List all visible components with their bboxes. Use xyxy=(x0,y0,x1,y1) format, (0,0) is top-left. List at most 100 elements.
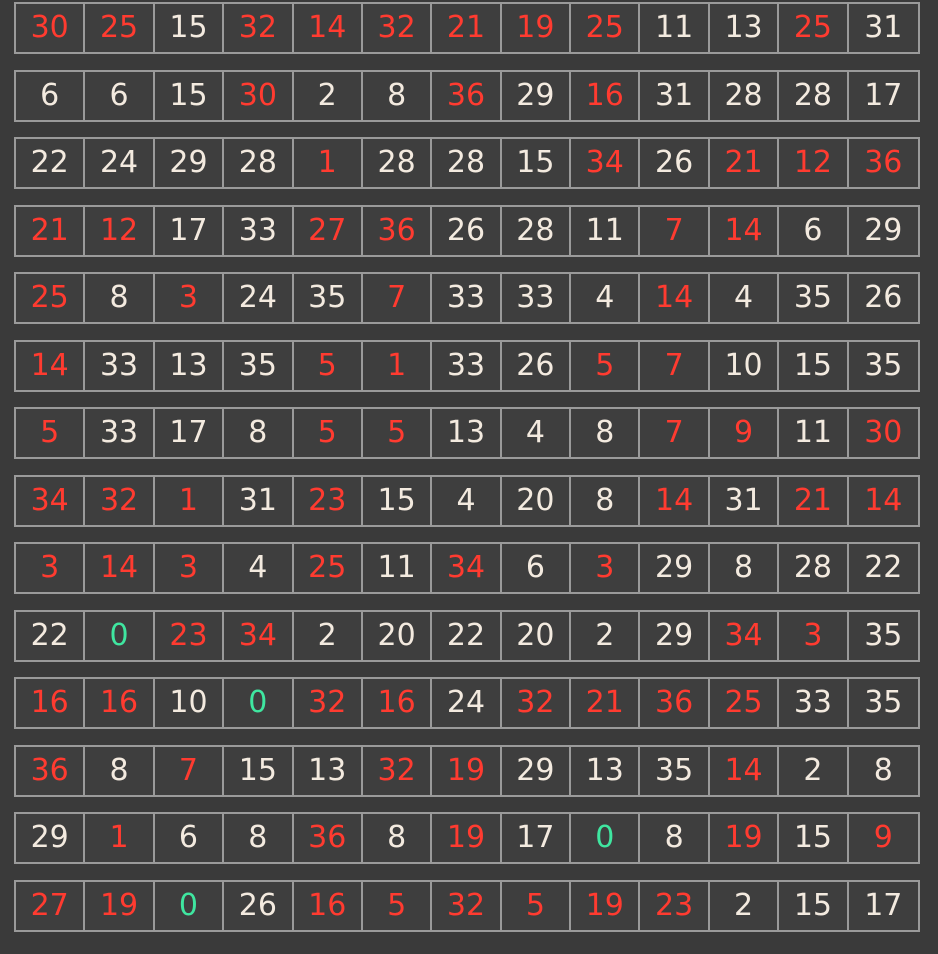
number-cell: 3 xyxy=(154,274,225,322)
number-cell: 13 xyxy=(571,746,641,795)
number-cell: 34 xyxy=(571,139,641,187)
number-cell: 21 xyxy=(779,476,849,525)
number-row: 29 1 6 8 36 8 19 17 0 8 19 15 9 xyxy=(14,812,920,864)
number-cell: 16 xyxy=(571,71,641,120)
number-cell: 36 xyxy=(293,814,363,862)
number-cell: 30 xyxy=(16,4,86,52)
number-cell: 30 xyxy=(848,409,918,457)
number-cell: 11 xyxy=(571,206,641,255)
number-cell: 28 xyxy=(224,139,294,187)
number-cell: 15 xyxy=(779,814,849,862)
number-cell: 8 xyxy=(362,814,433,862)
number-cell: 4 xyxy=(709,274,780,322)
number-cell: 1 xyxy=(85,814,155,862)
number-cell: 28 xyxy=(501,206,572,255)
number-cell: 2 xyxy=(779,746,849,795)
number-cell: 0 xyxy=(85,611,155,660)
number-row: 36 8 7 15 13 32 19 29 13 35 14 2 8 xyxy=(14,744,920,797)
number-cell: 2 xyxy=(293,71,363,120)
number-cell: 21 xyxy=(709,139,780,187)
number-cell: 27 xyxy=(293,206,363,255)
number-cell: 5 xyxy=(362,409,433,457)
number-cell: 13 xyxy=(293,746,363,795)
number-cell: 22 xyxy=(848,544,918,592)
number-cell: 32 xyxy=(362,4,433,52)
number-cell: 34 xyxy=(709,611,780,660)
number-cell: 8 xyxy=(85,274,155,322)
number-cell: 33 xyxy=(779,679,849,727)
number-cell: 0 xyxy=(154,881,225,930)
number-cell: 8 xyxy=(848,746,918,795)
number-cell: 36 xyxy=(848,139,918,187)
number-cell: 25 xyxy=(709,679,780,727)
number-cell: 8 xyxy=(224,409,294,457)
number-row: 14 33 13 35 5 1 33 26 5 7 10 15 35 xyxy=(14,339,920,392)
number-cell: 3 xyxy=(779,611,849,660)
number-cell: 8 xyxy=(224,814,294,862)
number-row: 34 32 1 31 23 15 4 20 8 14 31 21 14 xyxy=(14,474,920,527)
number-cell: 24 xyxy=(224,274,294,322)
number-cell: 19 xyxy=(571,881,641,930)
number-cell: 31 xyxy=(709,476,780,525)
number-cell: 32 xyxy=(85,476,155,525)
number-cell: 8 xyxy=(571,476,641,525)
number-cell: 21 xyxy=(432,4,502,52)
number-cell: 33 xyxy=(501,274,572,322)
number-cell: 14 xyxy=(16,341,86,390)
number-cell: 0 xyxy=(224,679,294,727)
number-cell: 26 xyxy=(432,206,502,255)
number-cell: 29 xyxy=(16,814,86,862)
number-cell: 13 xyxy=(709,4,780,52)
number-cell: 28 xyxy=(362,139,433,187)
number-cell: 25 xyxy=(571,4,641,52)
number-row: 22 24 29 28 1 28 28 15 34 26 21 12 36 xyxy=(14,137,920,189)
number-cell: 25 xyxy=(85,4,155,52)
number-cell: 15 xyxy=(501,139,572,187)
number-cell: 17 xyxy=(154,206,225,255)
number-cell: 29 xyxy=(848,206,918,255)
number-cell: 7 xyxy=(640,206,710,255)
number-cell: 25 xyxy=(16,274,86,322)
number-cell: 12 xyxy=(779,139,849,187)
number-cell: 6 xyxy=(501,544,572,592)
number-cell: 17 xyxy=(154,409,225,457)
number-cell: 35 xyxy=(224,341,294,390)
number-cell: 21 xyxy=(16,206,86,255)
number-row: 27 19 0 26 16 5 32 5 19 23 2 15 17 xyxy=(14,879,920,932)
number-cell: 3 xyxy=(16,544,86,592)
number-cell: 29 xyxy=(640,544,710,592)
number-cell: 4 xyxy=(432,476,502,525)
number-cell: 11 xyxy=(779,409,849,457)
number-cell: 22 xyxy=(16,139,86,187)
number-cell: 31 xyxy=(224,476,294,525)
number-cell: 4 xyxy=(571,274,641,322)
number-cell: 16 xyxy=(85,679,155,727)
number-cell: 17 xyxy=(848,71,918,120)
number-cell: 36 xyxy=(640,679,710,727)
number-cell: 6 xyxy=(779,206,849,255)
number-cell: 36 xyxy=(432,71,502,120)
number-cell: 35 xyxy=(848,679,918,727)
number-cell: 5 xyxy=(362,881,433,930)
number-cell: 33 xyxy=(224,206,294,255)
number-cell: 5 xyxy=(16,409,86,457)
number-cell: 7 xyxy=(640,341,710,390)
number-cell: 16 xyxy=(16,679,86,727)
number-cell: 1 xyxy=(154,476,225,525)
number-cell: 35 xyxy=(293,274,363,322)
number-cell: 29 xyxy=(154,139,225,187)
number-cell: 10 xyxy=(709,341,780,390)
number-cell: 24 xyxy=(85,139,155,187)
number-cell: 35 xyxy=(848,611,918,660)
number-cell: 22 xyxy=(16,611,86,660)
number-row: 16 16 10 0 32 16 24 32 21 36 25 33 35 xyxy=(14,677,920,729)
number-cell: 33 xyxy=(432,274,502,322)
number-row: 5 33 17 8 5 5 13 4 8 7 9 11 30 xyxy=(14,407,920,459)
number-cell: 2 xyxy=(709,881,780,930)
number-cell: 6 xyxy=(85,71,155,120)
number-cell: 33 xyxy=(432,341,502,390)
number-cell: 14 xyxy=(709,206,780,255)
number-row: 30 25 15 32 14 32 21 19 25 11 13 25 31 xyxy=(14,2,920,54)
number-row: 25 8 3 24 35 7 33 33 4 14 4 35 26 xyxy=(14,272,920,324)
number-cell: 29 xyxy=(501,746,572,795)
